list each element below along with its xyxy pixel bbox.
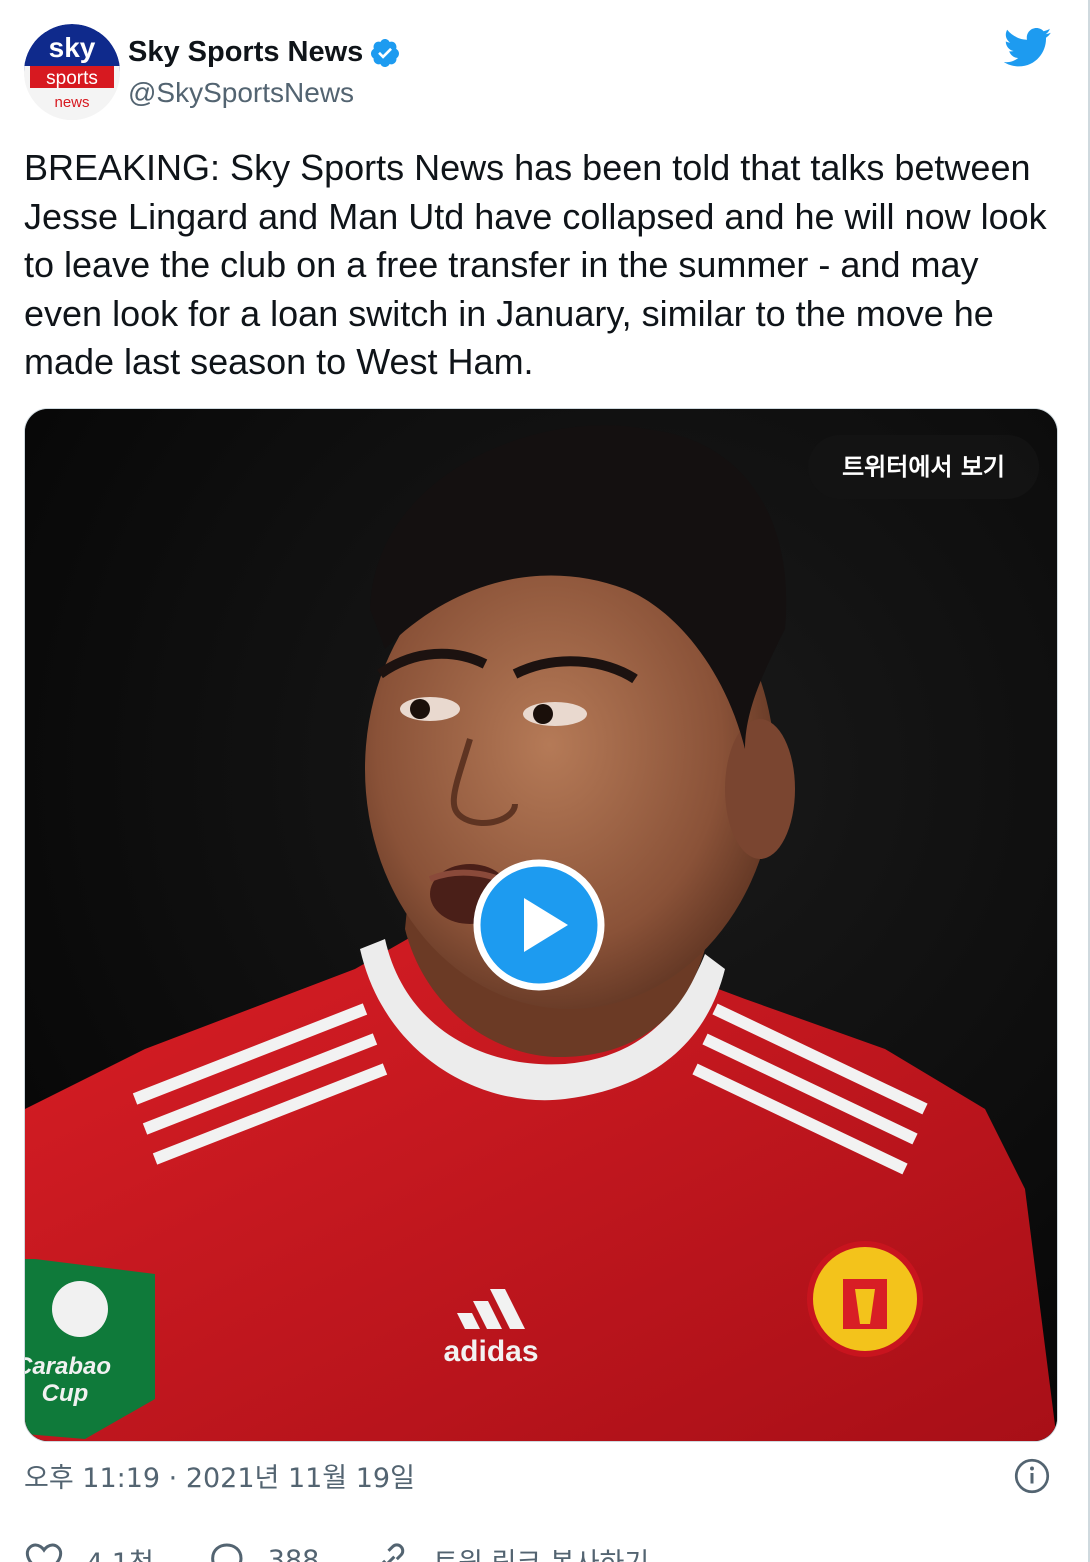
author-name[interactable]: Sky Sports News xyxy=(128,36,401,69)
svg-text:adidas: adidas xyxy=(443,1335,538,1368)
author-handle[interactable]: @SkySportsNews xyxy=(128,77,354,109)
reply-bubble-icon xyxy=(210,1543,243,1562)
reply-count: 388 xyxy=(267,1544,320,1562)
svg-text:Cup: Cup xyxy=(42,1380,89,1407)
tweet-embed-card: sky sports news Sky Sports News @SkySpor… xyxy=(0,0,1090,1562)
twitter-bird-icon[interactable] xyxy=(1004,28,1052,68)
like-count: 4.1천 xyxy=(86,1541,154,1562)
heart-icon xyxy=(25,1543,63,1562)
sky-sports-news-logo: sky sports news xyxy=(24,24,120,120)
like-button[interactable]: 4.1천 xyxy=(24,1540,154,1562)
copy-link-label: 트윗 링크 복사하기 xyxy=(433,1541,649,1562)
tweet-timestamp[interactable]: 오후 11:19 · 2021년 11월 19일 xyxy=(24,1456,415,1495)
verified-badge-icon xyxy=(371,38,400,67)
copy-link-button[interactable]: 트윗 링크 복사하기 xyxy=(371,1540,649,1562)
author-name-text[interactable]: Sky Sports News xyxy=(128,36,363,69)
tweet-video-media[interactable]: adidas Carabao Cup 트위터에서 보기 xyxy=(24,408,1058,1442)
reply-button[interactable]: 388 xyxy=(206,1540,320,1562)
play-icon[interactable] xyxy=(472,858,606,992)
info-icon[interactable] xyxy=(1014,1458,1050,1494)
svg-text:Carabao: Carabao xyxy=(25,1353,111,1380)
author-avatar[interactable]: sky sports news xyxy=(24,24,120,120)
tweet-actions: 4.1천 388 트윗 링크 복사하기 xyxy=(24,1540,701,1562)
svg-text:sports: sports xyxy=(46,68,98,89)
link-icon xyxy=(382,1543,405,1562)
svg-text:news: news xyxy=(54,94,89,111)
view-on-twitter-button[interactable]: 트위터에서 보기 xyxy=(808,435,1039,499)
svg-text:sky: sky xyxy=(49,32,96,63)
tweet-text: BREAKING: Sky Sports News has been told … xyxy=(24,147,1047,382)
